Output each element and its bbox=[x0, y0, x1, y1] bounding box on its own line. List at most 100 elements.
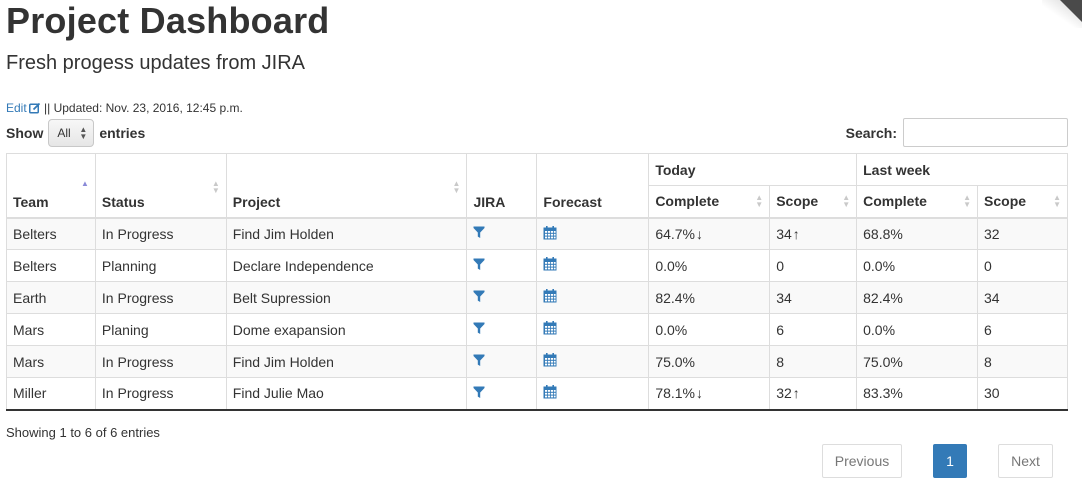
cell-forecast bbox=[536, 281, 650, 314]
value: 0 bbox=[776, 257, 784, 274]
projects-table: Team ▲ Status ▲ ▼ Project ▲ ▼ JIRA Forecast T… bbox=[6, 153, 1068, 411]
value: 8 bbox=[776, 353, 784, 370]
calendar-icon[interactable] bbox=[543, 257, 557, 274]
table-row: Belters In Progress Find Jim Holden 64.7… bbox=[6, 217, 1068, 250]
sort-icon: ▲ ▼ bbox=[842, 193, 851, 210]
cell-lastweek-scope: 0 bbox=[977, 249, 1068, 282]
cell-today-complete: 78.1%↓ bbox=[648, 377, 771, 411]
cell-status: Planning bbox=[94, 249, 227, 282]
value: 82.4% bbox=[655, 289, 696, 306]
value: 75.0% bbox=[655, 353, 696, 370]
entries-length-control: Show All ▲ ▼ entries bbox=[6, 119, 145, 147]
cell-lastweek-scope: 34 bbox=[977, 281, 1068, 314]
entries-select-value: All bbox=[57, 126, 71, 140]
cell-team: Mars bbox=[6, 345, 96, 378]
cell-jira bbox=[466, 345, 538, 378]
page-title: Project Dashboard bbox=[6, 0, 330, 41]
sort-asc-icon: ▲ bbox=[81, 179, 89, 188]
col-header-forecast: Forecast bbox=[536, 153, 650, 218]
sort-icon: ▲ ▼ bbox=[452, 179, 461, 195]
page-1-button[interactable]: 1 bbox=[933, 444, 967, 478]
sort-icon: ▲ ▼ bbox=[755, 193, 764, 210]
cell-jira bbox=[466, 281, 538, 314]
edit-icon bbox=[28, 102, 41, 117]
entries-label: entries bbox=[99, 125, 146, 141]
filter-icon[interactable] bbox=[473, 290, 485, 306]
next-button[interactable]: Next bbox=[998, 444, 1053, 478]
col-header-forecast-label: Forecast bbox=[543, 193, 602, 210]
cell-lastweek-complete: 0.0% bbox=[856, 249, 979, 282]
arrow-down-icon: ↓ bbox=[696, 225, 704, 242]
col-header-label: Scope bbox=[776, 193, 819, 210]
cell-today-scope: 32↑ bbox=[769, 377, 858, 411]
cell-today-complete: 64.7%↓ bbox=[648, 217, 771, 250]
col-header-lastweek-complete[interactable]: Complete ▲ ▼ bbox=[856, 185, 979, 218]
cell-forecast bbox=[536, 377, 650, 411]
filter-icon[interactable] bbox=[473, 226, 485, 242]
col-header-project[interactable]: Project ▲ ▼ bbox=[225, 153, 468, 218]
previous-button[interactable]: Previous bbox=[822, 444, 902, 478]
cell-forecast bbox=[536, 217, 650, 250]
cell-lastweek-complete: 0.0% bbox=[856, 313, 979, 346]
cell-lastweek-complete: 75.0% bbox=[856, 345, 979, 378]
col-header-label: Complete bbox=[863, 193, 927, 210]
edit-link[interactable]: Edit bbox=[6, 101, 41, 115]
arrow-up-icon: ↑ bbox=[792, 385, 800, 402]
col-header-team[interactable]: Team ▲ bbox=[6, 153, 96, 218]
filter-icon[interactable] bbox=[473, 354, 485, 370]
cell-jira bbox=[466, 249, 538, 282]
col-header-status-label: Status bbox=[101, 193, 145, 210]
update-info-line: Edit || Updated: Nov. 23, 2016, 12:45 p.… bbox=[6, 101, 243, 117]
table-info: Showing 1 to 6 of 6 entries bbox=[6, 425, 160, 440]
cell-lastweek-scope: 30 bbox=[977, 377, 1068, 411]
col-header-jira: JIRA bbox=[466, 153, 538, 218]
cell-today-complete: 82.4% bbox=[648, 281, 771, 314]
calendar-icon[interactable] bbox=[543, 385, 557, 402]
arrow-down-icon: ↓ bbox=[696, 385, 704, 402]
col-header-jira-label: JIRA bbox=[473, 193, 506, 210]
sort-icon: ▲ ▼ bbox=[1053, 193, 1061, 210]
sort-icon: ▲ ▼ bbox=[211, 179, 220, 195]
col-header-lastweek-scope[interactable]: Scope ▲ ▼ bbox=[977, 185, 1068, 218]
col-header-today-scope[interactable]: Scope ▲ ▼ bbox=[769, 185, 858, 218]
table-row: Mars In Progress Find Jim Holden 75.0% 8… bbox=[6, 345, 1068, 378]
entries-select[interactable]: All ▲ ▼ bbox=[48, 119, 95, 147]
cell-today-complete: 0.0% bbox=[648, 249, 771, 282]
cell-team: Mars bbox=[6, 313, 96, 346]
calendar-icon[interactable] bbox=[543, 321, 557, 338]
col-header-label: Scope bbox=[984, 193, 1027, 210]
filter-icon[interactable] bbox=[473, 386, 485, 402]
cell-lastweek-scope: 6 bbox=[977, 313, 1068, 346]
search-input[interactable] bbox=[903, 118, 1068, 147]
col-header-today-complete[interactable]: Complete ▲ ▼ bbox=[648, 185, 771, 218]
cell-today-complete: 75.0% bbox=[648, 345, 771, 378]
col-header-status[interactable]: Status ▲ ▼ bbox=[94, 153, 227, 218]
cell-status: In Progress bbox=[94, 377, 227, 411]
cell-status: Planing bbox=[94, 313, 227, 346]
value: 34 bbox=[776, 289, 792, 306]
table-row: Mars Planing Dome exapansion 0.0% 6 0.0%… bbox=[6, 313, 1068, 346]
cell-project: Find Julie Mao bbox=[225, 377, 468, 411]
filter-icon[interactable] bbox=[473, 258, 485, 274]
cell-today-scope: 0 bbox=[769, 249, 858, 282]
show-label: Show bbox=[6, 125, 44, 141]
calendar-icon[interactable] bbox=[543, 353, 557, 370]
value: 32 bbox=[776, 385, 792, 402]
cell-team: Earth bbox=[6, 281, 96, 314]
search-control: Search: bbox=[846, 118, 1068, 147]
cell-lastweek-complete: 83.3% bbox=[856, 377, 979, 411]
col-header-team-label: Team bbox=[13, 193, 49, 210]
cell-forecast bbox=[536, 313, 650, 346]
calendar-icon[interactable] bbox=[543, 289, 557, 306]
cell-project: Declare Independence bbox=[225, 249, 468, 282]
cell-jira bbox=[466, 377, 538, 411]
value: 78.1% bbox=[655, 385, 696, 402]
cell-jira bbox=[466, 217, 538, 250]
value: 0.0% bbox=[655, 257, 688, 274]
cell-team: Belters bbox=[6, 249, 96, 282]
cell-jira bbox=[466, 313, 538, 346]
calendar-icon[interactable] bbox=[543, 225, 557, 243]
cell-forecast bbox=[536, 345, 650, 378]
cell-lastweek-scope: 32 bbox=[977, 217, 1068, 250]
filter-icon[interactable] bbox=[473, 322, 485, 338]
